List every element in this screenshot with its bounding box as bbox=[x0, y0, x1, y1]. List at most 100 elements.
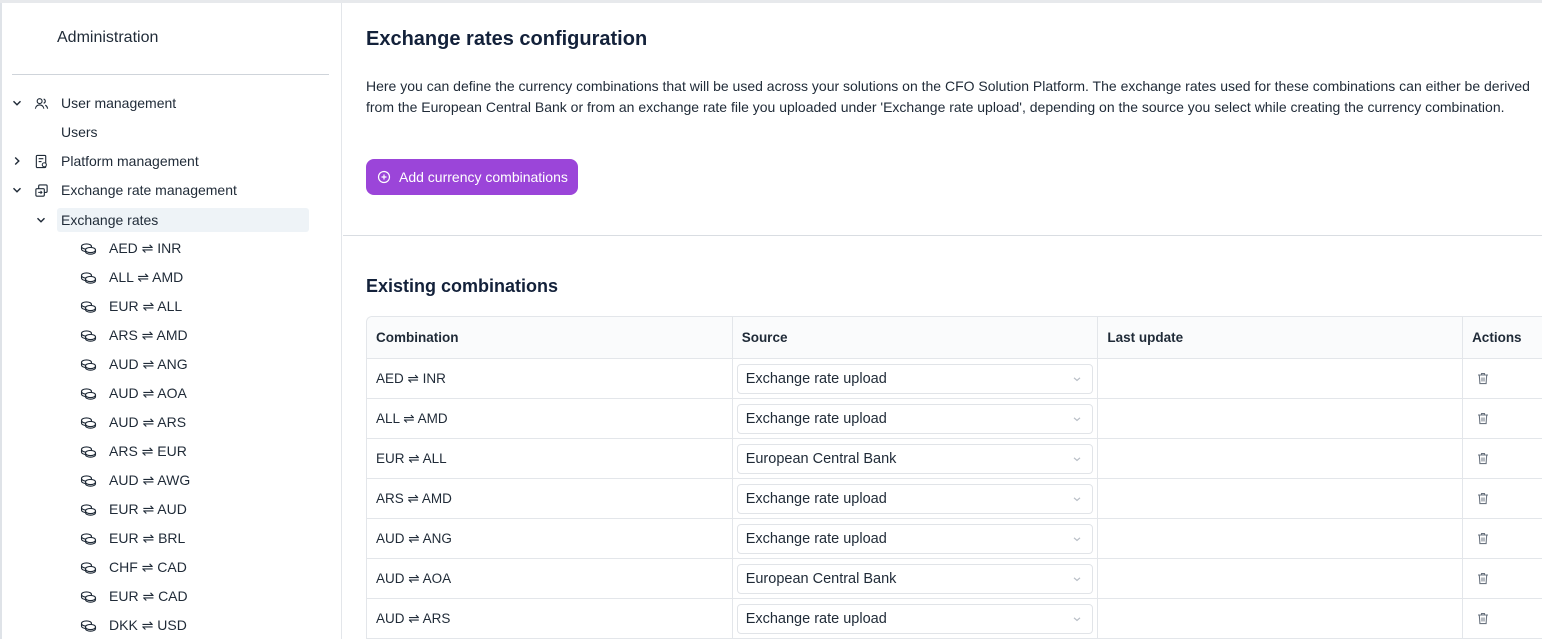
cell-actions bbox=[1463, 399, 1542, 438]
sidebar-item-rate[interactable]: ARS ⇌ AMD bbox=[80, 324, 188, 346]
table-row: AED ⇌ INR Exchange rate upload bbox=[367, 359, 1542, 399]
coins-icon bbox=[80, 502, 98, 516]
table-row: AUD ⇌ ANG Exchange rate upload bbox=[367, 519, 1542, 559]
trash-icon[interactable] bbox=[1477, 532, 1490, 546]
rate-label: CHF ⇌ CAD bbox=[109, 558, 187, 575]
cell-combination: AED ⇌ INR bbox=[367, 359, 733, 398]
cell-actions bbox=[1463, 519, 1542, 558]
trash-icon[interactable] bbox=[1477, 452, 1490, 466]
chevron-down-icon bbox=[1072, 494, 1082, 504]
sidebar-item-label: Platform management bbox=[61, 153, 199, 169]
sidebar-divider bbox=[12, 74, 329, 75]
trash-icon[interactable] bbox=[1477, 572, 1490, 586]
users-icon bbox=[33, 95, 49, 111]
sidebar: Administration User management Users Pla… bbox=[0, 3, 342, 639]
sidebar-item-label: Exchange rate management bbox=[61, 182, 237, 198]
rate-label: EUR ⇌ AUD bbox=[109, 500, 187, 517]
sidebar-item-exchange-rates[interactable]: Exchange rates bbox=[0, 208, 330, 232]
add-button-label: Add currency combinations bbox=[399, 169, 568, 185]
cell-actions bbox=[1463, 359, 1542, 398]
cell-last-update bbox=[1098, 479, 1464, 518]
sidebar-item-platform-management[interactable]: Platform management bbox=[0, 149, 330, 173]
column-header-actions: Actions bbox=[1472, 330, 1522, 345]
table-row: AUD ⇌ AOA European Central Bank bbox=[367, 559, 1542, 599]
sidebar-item-rate[interactable]: AUD ⇌ ANG bbox=[80, 353, 188, 375]
combinations-table: Combination Source Last update Actions A… bbox=[366, 316, 1542, 639]
source-select-value: Exchange rate upload bbox=[745, 490, 887, 507]
source-select-value: Exchange rate upload bbox=[745, 370, 887, 387]
chevron-right-icon[interactable] bbox=[10, 154, 24, 168]
sidebar-item-label: User management bbox=[61, 95, 177, 111]
rate-label: ARS ⇌ EUR bbox=[109, 442, 187, 459]
cell-source: European Central Bank bbox=[733, 559, 1099, 598]
source-select-value: European Central Bank bbox=[745, 450, 897, 467]
chevron-down-icon bbox=[1072, 414, 1082, 424]
trash-icon[interactable] bbox=[1477, 372, 1490, 386]
sidebar-item-label: Exchange rates bbox=[61, 212, 159, 228]
sidebar-item-rate[interactable]: EUR ⇌ CAD bbox=[80, 585, 188, 607]
trash-icon[interactable] bbox=[1477, 612, 1490, 626]
cell-last-update bbox=[1098, 559, 1464, 598]
chevron-down-icon[interactable] bbox=[10, 183, 24, 197]
source-select[interactable]: Exchange rate upload bbox=[736, 403, 1093, 434]
rate-label: AUD ⇌ AWG bbox=[109, 471, 191, 488]
chevron-down-icon bbox=[1072, 574, 1082, 584]
rate-label: ALL ⇌ AMD bbox=[109, 268, 184, 285]
coins-icon bbox=[80, 618, 98, 632]
cell-source: Exchange rate upload bbox=[733, 479, 1099, 518]
sidebar-item-rate[interactable]: EUR ⇌ AUD bbox=[80, 498, 187, 520]
coins-icon bbox=[80, 444, 98, 458]
chevron-down-icon bbox=[1072, 534, 1082, 544]
cell-actions bbox=[1463, 559, 1542, 598]
rate-label: EUR ⇌ ALL bbox=[109, 297, 183, 314]
trash-icon[interactable] bbox=[1477, 412, 1490, 426]
rate-label: AUD ⇌ AOA bbox=[109, 384, 187, 401]
table-row: ALL ⇌ AMD Exchange rate upload bbox=[367, 399, 1542, 439]
coins-icon bbox=[80, 473, 98, 487]
source-select[interactable]: Exchange rate upload bbox=[736, 603, 1093, 634]
sidebar-item-rate[interactable]: AUD ⇌ AWG bbox=[80, 469, 190, 491]
coins-icon bbox=[80, 531, 98, 545]
cell-source: European Central Bank bbox=[733, 439, 1099, 478]
coins-icon bbox=[80, 299, 98, 313]
main-content: Exchange rates configuration Here you ca… bbox=[343, 3, 1542, 639]
coins-icon bbox=[80, 270, 98, 284]
cell-last-update bbox=[1098, 599, 1464, 638]
column-header-last-update: Last update bbox=[1098, 317, 1464, 358]
coins-icon bbox=[80, 415, 98, 429]
sidebar-item-rate[interactable]: AUD ⇌ ARS bbox=[80, 411, 186, 433]
rate-label: AED ⇌ INR bbox=[109, 239, 182, 256]
sidebar-item-rate[interactable]: EUR ⇌ ALL bbox=[80, 295, 182, 317]
source-select-value: European Central Bank bbox=[745, 570, 897, 587]
source-select[interactable]: Exchange rate upload bbox=[736, 483, 1093, 514]
platform-doc-icon bbox=[33, 153, 49, 169]
cell-actions bbox=[1463, 479, 1542, 518]
source-select[interactable]: Exchange rate upload bbox=[736, 363, 1093, 394]
sidebar-item-rate[interactable]: CHF ⇌ CAD bbox=[80, 556, 187, 578]
cell-last-update bbox=[1098, 399, 1464, 438]
sidebar-item-exchange-rate-management[interactable]: Exchange rate management bbox=[0, 178, 330, 202]
sidebar-item-rate[interactable]: ALL ⇌ AMD bbox=[80, 266, 183, 288]
sidebar-item-rate[interactable]: ARS ⇌ EUR bbox=[80, 440, 187, 462]
plus-circle-icon bbox=[377, 170, 391, 184]
trash-icon[interactable] bbox=[1477, 492, 1490, 506]
coins-icon bbox=[80, 241, 98, 255]
sidebar-item-rate[interactable]: DKK ⇌ USD bbox=[80, 614, 187, 636]
chevron-down-icon[interactable] bbox=[34, 213, 48, 227]
source-select[interactable]: European Central Bank bbox=[736, 563, 1093, 594]
sidebar-item-users[interactable]: Users bbox=[0, 120, 330, 144]
cell-source: Exchange rate upload bbox=[733, 599, 1099, 638]
cell-source: Exchange rate upload bbox=[733, 359, 1099, 398]
sidebar-item-rate[interactable]: AED ⇌ INR bbox=[80, 237, 181, 259]
chevron-down-icon bbox=[1072, 454, 1082, 464]
sidebar-item-user-management[interactable]: User management bbox=[0, 91, 330, 115]
table-body: AED ⇌ INR Exchange rate upload ALL ⇌ AMD Ex… bbox=[367, 359, 1542, 639]
add-currency-combinations-button[interactable]: Add currency combinations bbox=[366, 159, 578, 195]
sidebar-item-rate[interactable]: AUD ⇌ AOA bbox=[80, 382, 187, 404]
source-select[interactable]: European Central Bank bbox=[736, 443, 1093, 474]
coins-icon bbox=[80, 328, 98, 342]
sidebar-item-rate[interactable]: EUR ⇌ BRL bbox=[80, 527, 185, 549]
source-select[interactable]: Exchange rate upload bbox=[736, 523, 1093, 554]
chevron-down-icon[interactable] bbox=[10, 96, 24, 110]
cell-combination: ALL ⇌ AMD bbox=[367, 399, 733, 438]
